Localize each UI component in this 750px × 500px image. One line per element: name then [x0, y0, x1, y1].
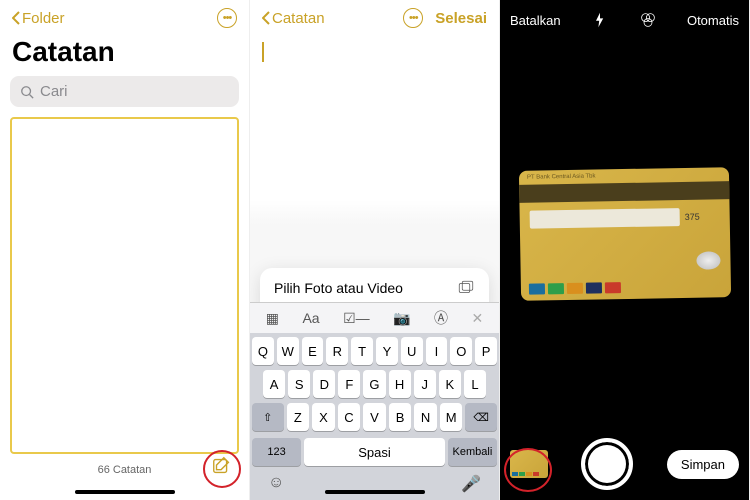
key-i[interactable]: I — [426, 337, 448, 365]
note-editor-screen: Catatan ••• Selesai Pilih Foto atau Vide… — [250, 0, 500, 500]
shutter-button[interactable] — [581, 438, 633, 490]
key-b[interactable]: B — [389, 403, 412, 431]
more-button[interactable]: ••• — [403, 8, 423, 28]
format-button[interactable]: Aa — [302, 310, 319, 326]
key-g[interactable]: G — [363, 370, 385, 398]
hologram — [696, 251, 720, 269]
home-indicator[interactable] — [75, 490, 175, 494]
camera-viewport: PT Bank Central Asia Tbk 375 — [500, 40, 749, 428]
auto-button[interactable]: Otomatis — [687, 13, 739, 28]
key-f[interactable]: F — [338, 370, 360, 398]
chevron-left-icon — [12, 11, 20, 25]
key-⇧[interactable]: ⇧ — [252, 403, 284, 431]
back-button[interactable]: Catatan — [262, 10, 325, 27]
key-x[interactable]: X — [312, 403, 335, 431]
back-label: Folder — [22, 10, 65, 27]
more-button[interactable]: ••• — [217, 8, 237, 28]
compose-icon — [211, 455, 233, 477]
notes-count: 66 Catatan — [98, 464, 152, 476]
text-cursor — [262, 42, 264, 62]
mic-button[interactable]: 🎤 — [461, 474, 481, 494]
search-icon — [20, 85, 34, 99]
key-v[interactable]: V — [363, 403, 386, 431]
key-h[interactable]: H — [389, 370, 411, 398]
chevron-left-icon — [262, 11, 270, 25]
save-button[interactable]: Simpan — [667, 450, 739, 479]
network-logos — [528, 282, 620, 295]
key-o[interactable]: O — [450, 337, 472, 365]
photo-library-icon — [457, 279, 475, 297]
cancel-button[interactable]: Batalkan — [510, 13, 561, 28]
menu-label: Pilih Foto atau Video — [274, 280, 403, 296]
scan-thumbnail[interactable] — [510, 450, 548, 478]
keyboard: ▦ Aa ☑― 📷 Ⓐ ✕ QWERTYUIOP ASDFGHJKL ⇧ZXCV… — [250, 302, 499, 500]
cvv-text: 375 — [684, 212, 699, 222]
search-input[interactable]: Cari — [10, 76, 239, 107]
numbers-key[interactable]: 123 — [252, 438, 301, 466]
card-issuer-text: PT Bank Central Asia Tbk — [526, 174, 595, 181]
key-m[interactable]: M — [440, 403, 463, 431]
back-button[interactable]: Folder — [12, 10, 65, 27]
key-a[interactable]: A — [263, 370, 285, 398]
filter-icon[interactable] — [640, 12, 656, 28]
page-title: Catatan — [0, 36, 249, 76]
key-j[interactable]: J — [414, 370, 436, 398]
key-q[interactable]: Q — [252, 337, 274, 365]
checklist-icon[interactable]: ☑― — [343, 310, 370, 327]
key-n[interactable]: N — [414, 403, 437, 431]
signature-panel — [529, 208, 679, 229]
close-keyboard-icon[interactable]: ✕ — [472, 310, 484, 327]
space-key[interactable]: Spasi — [304, 438, 445, 466]
key-d[interactable]: D — [313, 370, 335, 398]
home-indicator[interactable] — [325, 490, 425, 494]
key-y[interactable]: Y — [376, 337, 398, 365]
key-t[interactable]: T — [351, 337, 373, 365]
key-s[interactable]: S — [288, 370, 310, 398]
done-button[interactable]: Selesai — [435, 10, 487, 27]
return-key[interactable]: Kembali — [448, 438, 497, 466]
key-k[interactable]: K — [439, 370, 461, 398]
notes-list-screen: Folder ••• Catatan Cari 66 Catatan — [0, 0, 250, 500]
key-⌫[interactable]: ⌫ — [465, 403, 497, 431]
markup-icon[interactable]: Ⓐ — [434, 308, 448, 328]
keyboard-toolbar: ▦ Aa ☑― 📷 Ⓐ ✕ — [250, 302, 499, 333]
emoji-button[interactable]: ☺ — [268, 474, 284, 494]
key-w[interactable]: W — [277, 337, 299, 365]
key-z[interactable]: Z — [287, 403, 310, 431]
key-c[interactable]: C — [338, 403, 361, 431]
search-placeholder: Cari — [40, 83, 68, 100]
table-icon[interactable]: ▦ — [266, 310, 279, 327]
camera-icon[interactable]: 📷 — [393, 310, 410, 327]
document-scanner-screen: Batalkan Otomatis PT Bank Central Asia T… — [500, 0, 750, 500]
back-label: Catatan — [272, 10, 325, 27]
key-l[interactable]: L — [464, 370, 486, 398]
key-u[interactable]: U — [401, 337, 423, 365]
magnetic-stripe — [519, 181, 729, 203]
key-p[interactable]: P — [475, 337, 497, 365]
compose-button[interactable] — [211, 455, 233, 480]
note-card[interactable] — [10, 117, 239, 454]
detected-card: PT Bank Central Asia Tbk 375 — [518, 167, 730, 301]
key-e[interactable]: E — [302, 337, 324, 365]
key-r[interactable]: R — [326, 337, 348, 365]
flash-icon[interactable] — [592, 12, 608, 28]
